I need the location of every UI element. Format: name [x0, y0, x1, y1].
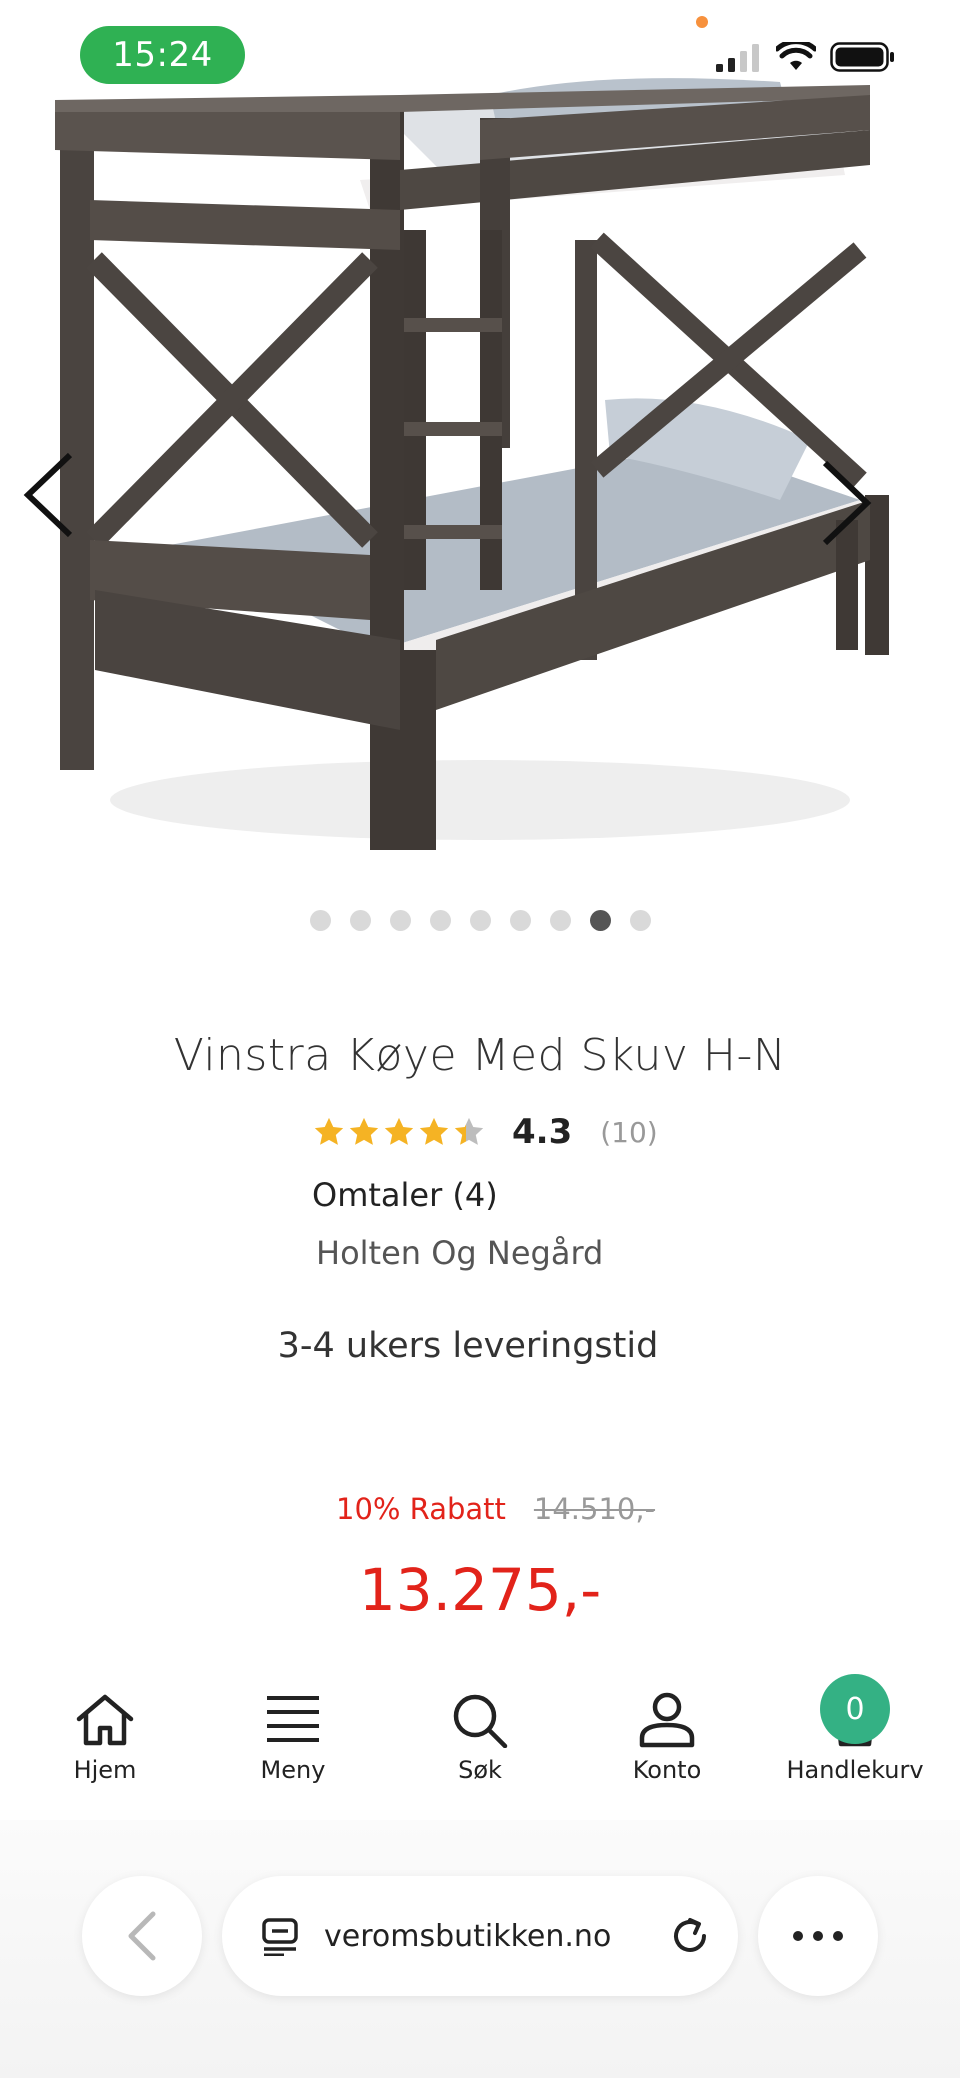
rating-row[interactable]: 4.3 (10) [312, 1112, 658, 1152]
bottom-navigation: Hjem Meny Søk Konto 0 Handlekurv [0, 1674, 960, 1810]
home-icon [76, 1694, 134, 1746]
gallery-dot[interactable] [429, 910, 451, 931]
discount-row: 10% Rabatt 14.510,- [336, 1492, 655, 1526]
cart-count-badge: 0 [820, 1674, 890, 1744]
star-icon [349, 1117, 379, 1145]
browser-more-button[interactable] [758, 1876, 878, 1996]
product-gallery[interactable] [0, 0, 960, 880]
nav-label: Meny [260, 1756, 326, 1784]
chevron-left-icon [128, 1911, 156, 1961]
nav-label: Hjem [73, 1756, 137, 1784]
search-icon [453, 1694, 508, 1748]
url-text: veromsbutikken.no [324, 1918, 612, 1954]
browser-toolbar: veromsbutikken.no [0, 1820, 960, 2078]
gallery-dot[interactable] [509, 910, 531, 931]
brand-name[interactable]: Holten Og Negård [316, 1234, 603, 1272]
product-title: Vinstra Køye Med Skuv H-N [173, 1030, 787, 1081]
star-icon [384, 1117, 414, 1145]
gallery-dot[interactable] [549, 910, 571, 931]
gallery-dot[interactable] [389, 910, 411, 931]
nav-item-search[interactable]: Søk [405, 1692, 555, 1784]
product-price: 13.275,- [358, 1556, 602, 1624]
discount-label: 10% Rabatt [336, 1492, 506, 1526]
reload-icon[interactable] [668, 1914, 712, 1958]
rating-stars [312, 1115, 486, 1149]
star-half-icon [454, 1117, 484, 1145]
nav-item-home[interactable]: Hjem [30, 1692, 180, 1784]
gallery-dot[interactable] [469, 910, 491, 931]
star-icon [419, 1117, 449, 1145]
reviews-link[interactable]: Omtaler (4) [312, 1176, 498, 1214]
delivery-time: 3-4 ukers leveringstid [277, 1326, 659, 1366]
star-icon [314, 1117, 344, 1145]
previous-image-button[interactable] [20, 450, 80, 540]
nav-label: Konto [632, 1756, 702, 1784]
browser-back-button[interactable] [82, 1876, 202, 1996]
nav-item-menu[interactable]: Meny [218, 1692, 368, 1784]
nav-item-account[interactable]: Konto [592, 1692, 742, 1784]
nav-label: Søk [458, 1756, 502, 1784]
rating-value: 4.3 [512, 1112, 573, 1152]
more-icon [793, 1931, 843, 1941]
gallery-dot-active[interactable] [589, 910, 611, 931]
gallery-dot[interactable] [629, 910, 651, 931]
menu-icon [267, 1696, 319, 1742]
gallery-pagination [0, 910, 960, 931]
product-image [55, 78, 889, 850]
user-icon [639, 1692, 695, 1748]
rating-count: (10) [600, 1115, 658, 1149]
nav-item-cart[interactable]: 0 Handlekurv [780, 1674, 930, 1784]
gallery-dot[interactable] [349, 910, 371, 931]
address-bar[interactable]: veromsbutikken.no [222, 1876, 738, 1996]
tab-overview-icon[interactable] [260, 1916, 300, 1956]
nav-label: Handlekurv [786, 1756, 924, 1784]
next-image-button[interactable] [815, 458, 875, 548]
gallery-dot[interactable] [309, 910, 331, 931]
old-price: 14.510,- [533, 1492, 656, 1526]
